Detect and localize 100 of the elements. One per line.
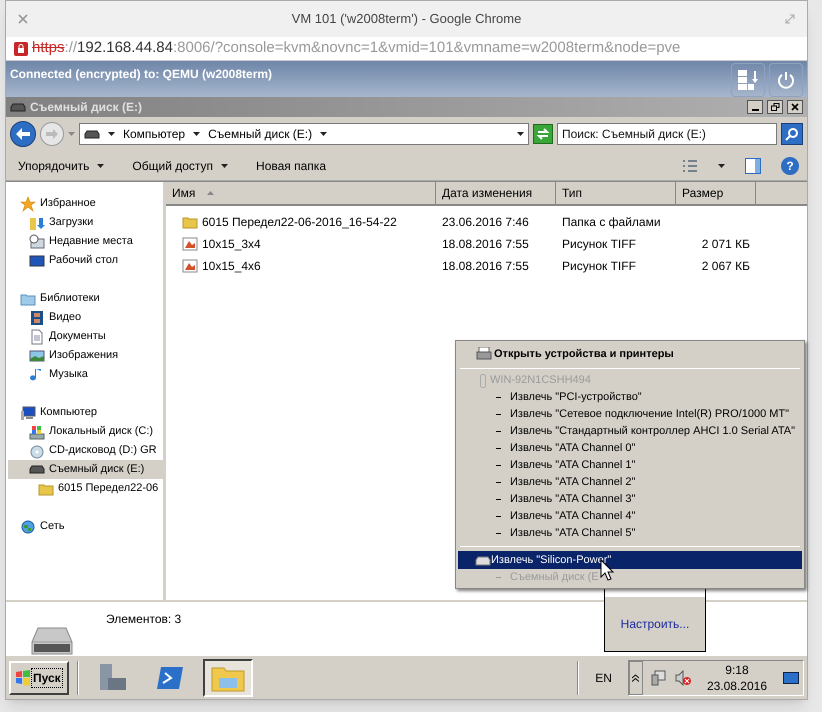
caret-icon [718,164,725,168]
column-header[interactable]: Тип [556,182,676,204]
search-field[interactable]: Поиск: Съемный диск (E:) [557,123,777,145]
file-name[interactable]: 10x15_4x6 [202,257,261,275]
table-cell: 18.08.2016 7:55 [442,259,529,273]
film-icon [29,310,45,326]
nav-item[interactable]: Библиотеки [8,289,163,308]
file-name[interactable]: 10x15_3x4 [202,235,261,253]
breadcrumb[interactable]: Съемный диск (E:) [208,125,312,143]
table-cell: Рисунок TIFF [562,259,636,273]
disc-icon [29,442,45,458]
refresh-button[interactable] [533,124,553,144]
dash-icon [496,482,501,483]
dash-icon [496,431,501,432]
close-button[interactable] [787,100,803,114]
caret-icon [221,164,228,168]
view-list-icon[interactable] [682,158,698,172]
network-computer-icon[interactable] [650,670,667,686]
explorer-title: Съемный диск (E:) [30,99,144,116]
menu-item[interactable]: Извлечь "Silicon-Power" [458,551,802,569]
caret-icon [193,132,200,136]
dash-icon [496,414,501,415]
file-name[interactable]: 6015 Передел22-06-2016_16-54-22 [202,213,397,231]
toolbar-button[interactable]: Общий доступ [128,156,232,174]
dash-icon [496,577,501,578]
dash-icon [496,448,501,449]
toolbar-button[interactable]: Упорядочить [14,156,108,174]
menu-item[interactable]: Открыть устройства и принтеры [456,343,804,365]
table-cell: 2 071 КБ [702,237,750,251]
speaker-muted-icon[interactable] [674,670,691,686]
back-arrow-icon [16,128,30,140]
nav-item[interactable]: Видео [8,308,163,327]
start-button[interactable]: Пуск [9,660,69,694]
breadcrumb[interactable]: Компьютер [123,125,186,143]
table-cell: 23.06.2016 7:46 [442,215,529,229]
caret-icon [517,132,524,136]
image-file-icon [182,258,198,274]
printer-icon [476,347,492,361]
search-icon [785,127,799,141]
refresh-arrows-icon [536,128,550,140]
menu-item[interactable]: Извлечь "ATA Channel 3" [510,491,636,508]
minimize-button[interactable] [747,100,763,114]
preview-pane-icon[interactable] [745,158,761,174]
nav-item[interactable]: Съемный диск (E:) [8,460,163,479]
sort-up-icon [207,191,214,195]
nav-item[interactable]: Изображения [8,346,163,365]
nav-item[interactable]: Документы [8,327,163,346]
menu-item[interactable]: Извлечь "Сетевое подключение Intel(R) PRO/1000 MT" [510,406,790,423]
nav-item[interactable]: Загрузки [8,213,163,232]
column-header[interactable]: Имя [166,182,436,204]
language-indicator[interactable]: EN [587,668,620,686]
column-header[interactable]: Размер [676,182,756,204]
window-title: VM 101 ('w2008term') - Google Chrome [290,10,522,28]
removable-drive-icon [84,130,100,138]
menu-item[interactable]: Извлечь "ATA Channel 4" [510,508,636,525]
nav-item[interactable]: Локальный диск (C:) [8,422,163,441]
menu-item[interactable]: Извлечь "Стандартный контроллер AHCI 1.0 Serial ATA" [510,423,796,440]
address-bar[interactable]: Компьютер Съемный диск (E:) [79,123,529,145]
nav-item[interactable]: Рабочий стол [8,251,163,270]
item-count: Элементов: 3 [106,611,182,628]
menu-item[interactable]: Извлечь "PCI-устройство" [510,389,642,406]
removable-drive-icon [475,554,491,566]
show-hidden-icons-button[interactable] [628,660,643,694]
back-button[interactable] [10,121,36,147]
dash-icon [496,516,501,517]
star-icon [20,196,36,212]
dash-icon [496,499,501,500]
search-button[interactable] [781,123,803,145]
menu-item[interactable]: Извлечь "ATA Channel 0" [510,440,636,457]
toolbar-button[interactable]: Новая папка [252,156,330,174]
usb-plug-icon [480,374,486,388]
desktop-icon [29,252,45,268]
clock-date[interactable]: 23.08.2016 [706,678,767,694]
nav-item[interactable]: Сеть [8,517,163,536]
dash-icon [496,465,501,466]
network-globe-icon [20,518,36,534]
table-cell: 2 067 КБ [702,259,750,273]
terminal-prompt-icon [156,664,184,690]
restore-icon [770,103,780,111]
nav-item[interactable]: CD-дисковод (D:) GR [8,441,163,460]
clock-time[interactable]: 9:18 [725,662,749,678]
nav-item[interactable]: Недавние места [8,232,163,251]
grid-arrow-icon [737,69,759,91]
nav-item[interactable]: Компьютер [8,403,163,422]
show-desktop-icon[interactable] [783,672,799,684]
caret-icon [68,132,75,136]
help-button[interactable]: ? [781,156,799,174]
removable-drive-icon [29,465,45,474]
column-header[interactable]: Дата изменения [436,182,556,204]
menu-item[interactable]: Извлечь "ATA Channel 2" [510,474,636,491]
address-bar-url[interactable]: https://192.168.44.84:8006/?console=kvm&novnc=1&vmid=101&vmname=w2008term&node=pve [32,37,680,60]
menu-item[interactable]: Извлечь "ATA Channel 5" [510,525,636,542]
nav-item[interactable]: Избранное [8,194,163,213]
caret-icon [320,132,328,136]
nav-item[interactable]: 6015 Передел22-06 [8,479,163,498]
restore-button[interactable] [767,100,783,114]
menu-item[interactable]: Извлечь "ATA Channel 1" [510,457,636,474]
double-chevron-up-icon [632,674,640,682]
nav-item[interactable]: Музыка [8,365,163,384]
explorer-taskbar-button[interactable] [202,658,253,696]
